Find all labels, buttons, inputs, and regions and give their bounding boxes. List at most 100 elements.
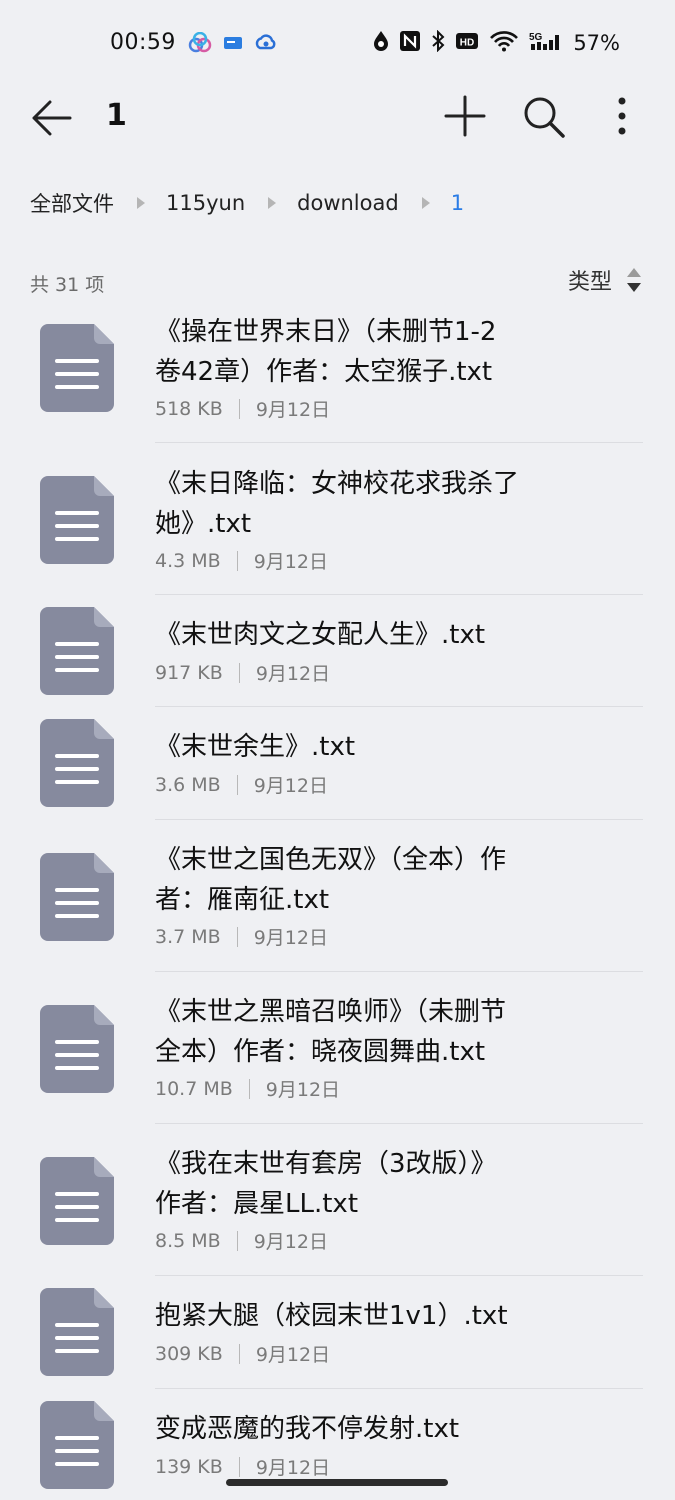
file-date: 9月12日 xyxy=(253,551,328,573)
file-meta: 309 KB 9月12日 xyxy=(155,1340,330,1367)
message-icon xyxy=(222,33,244,57)
status-time: 00:59 xyxy=(110,30,176,55)
more-options-button[interactable] xyxy=(606,94,638,138)
file-meta: 10.7 MB 9月12日 xyxy=(155,1075,340,1102)
chevron-right-icon xyxy=(421,196,431,210)
text-file-icon xyxy=(40,1401,114,1489)
cloud-icon xyxy=(254,33,278,57)
app-bar: 1 xyxy=(0,80,675,160)
file-date: 9月12日 xyxy=(253,775,328,797)
text-file-icon xyxy=(40,1288,114,1376)
file-meta: 4.3 MB 9月12日 xyxy=(155,547,328,574)
file-row[interactable]: 《末世之国色无双》（全本）作 者：雁南征.txt 3.7 MB 9月12日 xyxy=(0,820,675,972)
file-name: 《末世余生》.txt xyxy=(155,732,356,762)
status-bar: 00:59 HD 5G 57% xyxy=(0,0,675,90)
file-name: 变成恶魔的我不停发射.txt xyxy=(155,1414,460,1444)
file-name: 抱紧大腿（校园末世1v1）.txt xyxy=(155,1301,508,1331)
file-size: 309 KB xyxy=(155,1342,223,1365)
breadcrumb-115yun[interactable]: 115yun xyxy=(166,191,245,215)
text-file-icon xyxy=(40,1005,114,1093)
text-file-icon xyxy=(40,324,114,412)
search-button[interactable] xyxy=(521,94,567,140)
file-name: 《末日降临：女神校花求我杀了 她》.txt xyxy=(155,469,520,539)
battery-percentage: 57% xyxy=(573,31,620,55)
bluetooth-icon xyxy=(431,29,445,56)
plus-icon xyxy=(444,95,486,137)
divider xyxy=(238,398,240,419)
file-name: 《末世之黑暗召唤师》（未删节 全本）作者：晓夜圆舞曲.txt xyxy=(155,997,507,1067)
file-row[interactable]: 《我在末世有套房（3改版）》 作者：晨星LL.txt 8.5 MB 9月12日 xyxy=(0,1124,675,1276)
home-indicator[interactable] xyxy=(226,1479,448,1486)
file-meta: 3.6 MB 9月12日 xyxy=(155,771,328,798)
back-button[interactable] xyxy=(28,96,76,140)
file-size: 10.7 MB xyxy=(155,1077,233,1100)
divider xyxy=(238,1456,240,1477)
file-row[interactable]: 《操在世界末日》（未删节1-2 卷42章）作者：太空猴子.txt 518 KB … xyxy=(0,300,675,443)
divider xyxy=(236,926,238,947)
text-file-icon xyxy=(40,719,114,807)
hd-icon: HD xyxy=(455,31,479,55)
location-icon xyxy=(373,30,389,56)
divider xyxy=(238,662,240,683)
file-list: 《操在世界末日》（未删节1-2 卷42章）作者：太空猴子.txt 518 KB … xyxy=(0,300,675,1500)
divider xyxy=(236,550,238,571)
file-row[interactable]: 《末世余生》.txt 3.6 MB 9月12日 xyxy=(0,707,675,820)
text-file-icon xyxy=(40,476,114,564)
sort-label: 类型 xyxy=(567,270,612,295)
chevron-right-icon xyxy=(267,196,277,210)
file-meta: 917 KB 9月12日 xyxy=(155,659,330,686)
text-file-icon xyxy=(40,853,114,941)
file-meta: 139 KB 9月12日 xyxy=(155,1453,330,1480)
file-size: 518 KB xyxy=(155,397,223,420)
file-row[interactable]: 《末世肉文之女配人生》.txt 917 KB 9月12日 xyxy=(0,595,675,707)
file-date: 9月12日 xyxy=(255,1344,331,1366)
file-date: 9月12日 xyxy=(255,663,331,685)
wifi-icon xyxy=(489,30,519,56)
divider xyxy=(238,1343,240,1364)
file-meta: 518 KB 9月12日 xyxy=(155,395,330,422)
sort-arrows-icon xyxy=(627,268,641,292)
app-notification-icon xyxy=(188,31,212,58)
file-size: 917 KB xyxy=(155,661,223,684)
file-meta: 8.5 MB 9月12日 xyxy=(155,1227,328,1254)
file-date: 9月12日 xyxy=(255,399,331,421)
breadcrumb-all-files[interactable]: 全部文件 xyxy=(30,188,114,218)
file-date: 9月12日 xyxy=(265,1079,341,1101)
list-header: 共 31 项 类型 xyxy=(30,264,642,300)
file-row[interactable]: 抱紧大腿（校园末世1v1）.txt 309 KB 9月12日 xyxy=(0,1276,675,1389)
nfc-icon xyxy=(399,30,421,56)
file-name: 《末世肉文之女配人生》.txt xyxy=(155,620,486,650)
breadcrumb-current[interactable]: 1 xyxy=(451,191,464,215)
divider xyxy=(248,1078,250,1099)
text-file-icon xyxy=(40,1157,114,1245)
page-title: 1 xyxy=(106,98,127,133)
svg-text:HD: HD xyxy=(460,38,474,49)
file-row[interactable]: 《末世之黑暗召唤师》（未删节 全本）作者：晓夜圆舞曲.txt 10.7 MB 9… xyxy=(0,972,675,1124)
file-meta: 3.7 MB 9月12日 xyxy=(155,923,328,950)
file-date: 9月12日 xyxy=(253,927,328,949)
file-name: 《操在世界末日》（未删节1-2 卷42章）作者：太空猴子.txt xyxy=(155,317,497,387)
search-icon xyxy=(524,97,565,138)
file-date: 9月12日 xyxy=(255,1457,331,1479)
file-date: 9月12日 xyxy=(253,1231,328,1253)
file-name: 《末世之国色无双》（全本）作 者：雁南征.txt xyxy=(155,845,507,915)
chevron-right-icon xyxy=(136,196,146,210)
file-size: 139 KB xyxy=(155,1455,223,1478)
file-size: 3.7 MB xyxy=(155,925,221,948)
text-file-icon xyxy=(40,607,114,695)
sort-button[interactable]: 类型 xyxy=(568,264,642,296)
add-button[interactable] xyxy=(443,94,487,138)
file-size: 3.6 MB xyxy=(155,773,221,796)
file-row[interactable]: 《末日降临：女神校花求我杀了 她》.txt 4.3 MB 9月12日 xyxy=(0,443,675,595)
divider xyxy=(236,774,238,795)
breadcrumb-download[interactable]: download xyxy=(297,191,399,215)
svg-text:5G: 5G xyxy=(529,32,543,43)
signal-5g-icon: 5G xyxy=(529,30,563,56)
file-name: 《我在末世有套房（3改版）》 作者：晨星LL.txt xyxy=(155,1149,497,1219)
item-count: 共 31 项 xyxy=(30,274,105,296)
more-vertical-icon xyxy=(618,97,626,135)
back-arrow-icon xyxy=(32,100,72,136)
file-size: 4.3 MB xyxy=(155,549,221,572)
breadcrumb: 全部文件 115yun download 1 xyxy=(30,186,464,220)
file-size: 8.5 MB xyxy=(155,1229,221,1252)
